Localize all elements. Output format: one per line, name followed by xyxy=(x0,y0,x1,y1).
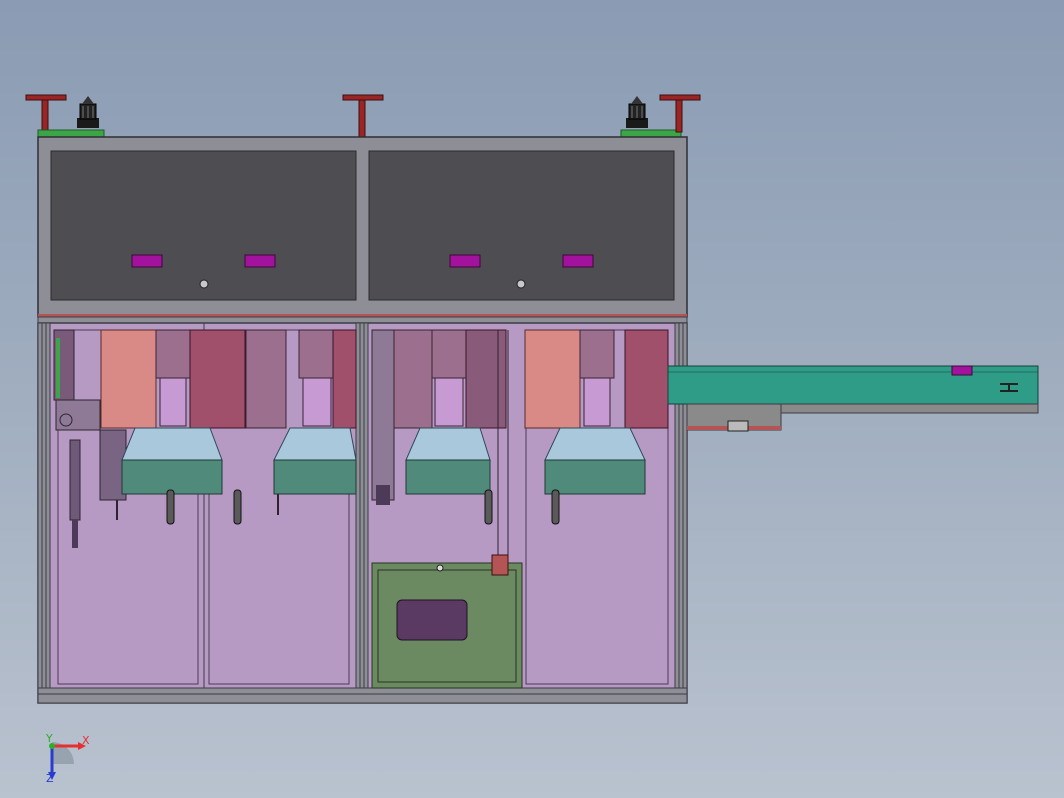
electrical-box[interactable] xyxy=(371,554,523,689)
panel-button[interactable] xyxy=(449,254,481,268)
stack-light-left xyxy=(77,96,99,128)
outfeed-conveyor xyxy=(667,365,1039,432)
cad-viewport[interactable]: X Y Z xyxy=(0,0,1064,798)
conveyor-sensor xyxy=(951,365,973,376)
panel-button[interactable] xyxy=(244,254,276,268)
roof-pad-left xyxy=(37,129,105,138)
control-panel-left[interactable] xyxy=(50,150,357,301)
roof-post-center xyxy=(342,94,384,138)
lower-enclosure xyxy=(37,322,688,704)
roof-post-right xyxy=(659,94,701,133)
panel-lock-icon xyxy=(199,279,209,289)
roof-fixtures xyxy=(25,94,701,138)
stack-light-right xyxy=(626,96,648,128)
box-window xyxy=(396,599,468,641)
control-panel-right[interactable] xyxy=(368,150,675,301)
panel-button[interactable] xyxy=(131,254,163,268)
axis-triad: X Y Z xyxy=(45,732,90,785)
roof-post-left xyxy=(25,94,67,133)
roof-pad-right xyxy=(620,129,682,138)
upper-cabinet xyxy=(37,136,688,318)
axis-y-label: Y xyxy=(45,732,53,745)
separator-rail xyxy=(37,314,688,324)
panel-lock-icon xyxy=(516,279,526,289)
axis-z-label: Z xyxy=(46,772,54,785)
panel-button[interactable] xyxy=(562,254,594,268)
axis-x-label: X xyxy=(82,734,90,747)
